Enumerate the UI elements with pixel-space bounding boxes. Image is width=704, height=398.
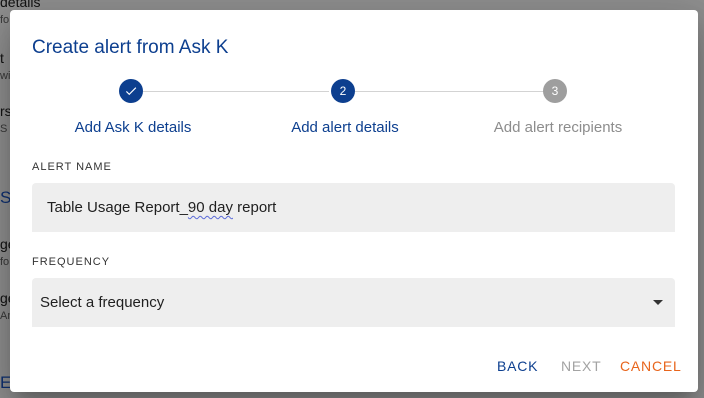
frequency-label: FREQUENCY (32, 256, 111, 268)
frequency-selected-value: Select a frequency (40, 294, 165, 311)
stepper-connector (143, 91, 329, 92)
step-2-label[interactable]: Add alert details (245, 119, 445, 136)
cancel-button[interactable]: CANCEL (614, 354, 688, 378)
check-icon (125, 87, 137, 96)
next-button[interactable]: NEXT (555, 354, 608, 378)
step-1-circle (119, 79, 143, 103)
stepper-connector (355, 91, 545, 92)
alert-name-value: Table Usage Report_90 day report (47, 199, 277, 216)
step-3-circle: 3 (543, 79, 567, 103)
back-button[interactable]: BACK (491, 354, 544, 378)
dropdown-arrow-icon (653, 300, 663, 305)
alert-name-input[interactable]: Table Usage Report_90 day report (32, 183, 675, 232)
frequency-select[interactable]: Select a frequency (32, 278, 675, 327)
step-2-circle: 2 (331, 79, 355, 103)
alert-name-label: ALERT NAME (32, 161, 112, 173)
create-alert-dialog: Create alert from Ask K 2 3 Add Ask K de… (10, 10, 698, 392)
step-3-label: Add alert recipients (493, 119, 623, 136)
spellcheck-underline: 90 day (187, 199, 233, 216)
dialog-title: Create alert from Ask K (32, 37, 229, 58)
step-1-label[interactable]: Add Ask K details (33, 119, 233, 136)
